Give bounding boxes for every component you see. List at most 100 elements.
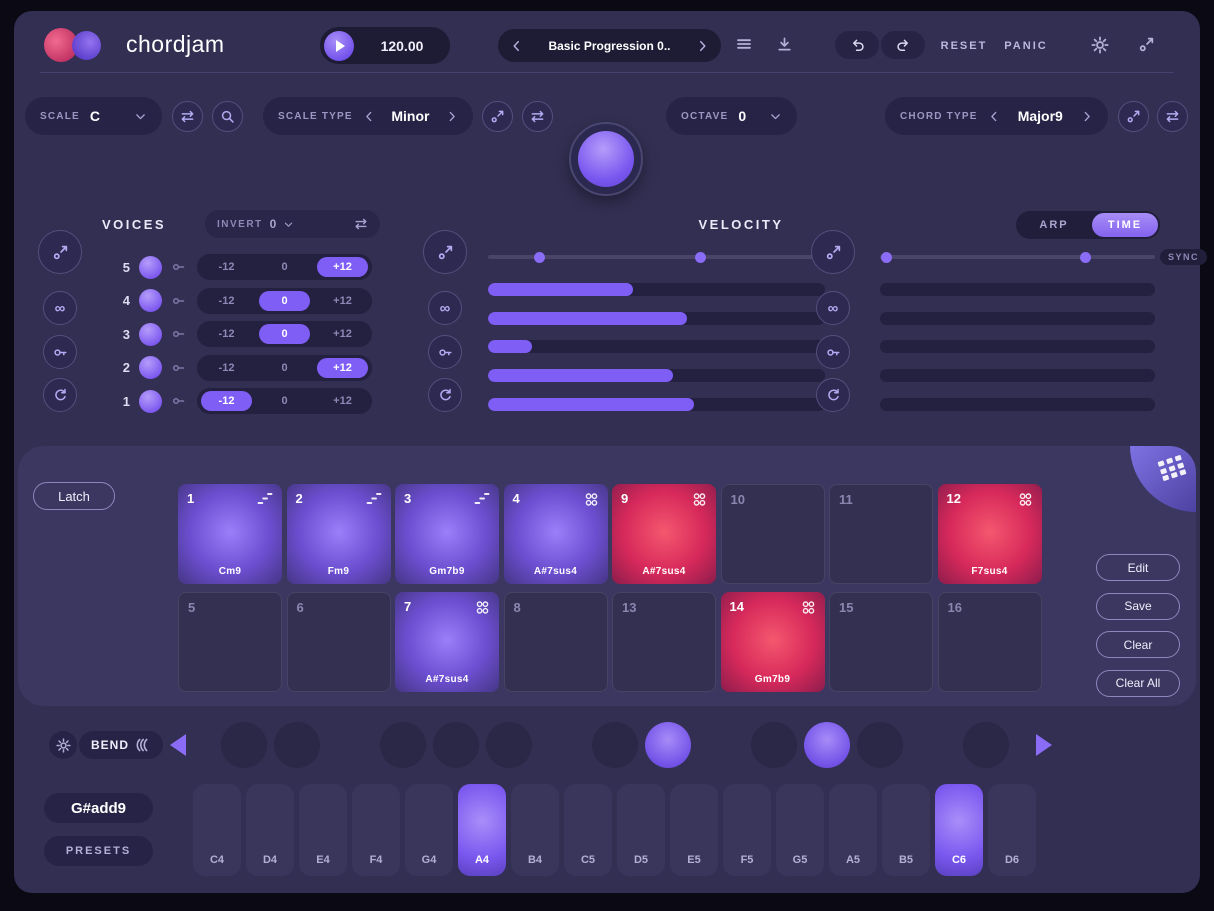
voice-toggle[interactable] (139, 390, 162, 413)
chord-pad-13[interactable]: 13 (612, 592, 716, 692)
white-key-F5[interactable]: F5 (723, 784, 771, 876)
chord-pad-7[interactable]: 7A#7sus4 (395, 592, 499, 692)
black-key[interactable] (592, 722, 638, 768)
transpose-mark[interactable]: -12 (201, 358, 252, 378)
arp-tab[interactable]: ARP (1016, 219, 1092, 231)
slider-handle[interactable] (534, 252, 545, 263)
octave-shift-right-arrow[interactable] (1036, 734, 1052, 756)
voice-transpose-slider[interactable]: -120+12 (197, 355, 372, 381)
black-key[interactable] (857, 722, 903, 768)
voices-key-icon[interactable] (43, 335, 77, 369)
voice-transpose-slider[interactable]: -120+12 (197, 254, 372, 280)
main-knob[interactable] (569, 122, 643, 196)
invert-shuffle-icon[interactable] (354, 217, 368, 231)
scale-type-selector[interactable]: SCALE TYPE Minor (263, 97, 473, 135)
transpose-mark[interactable]: +12 (317, 257, 368, 277)
transpose-mark[interactable]: 0 (259, 257, 310, 277)
chord-pad-4[interactable]: 4A#7sus4 (504, 484, 608, 584)
octave-shift-left-arrow[interactable] (170, 734, 186, 756)
time-random-icon[interactable] (811, 230, 855, 274)
chord-pad-1[interactable]: 1Cm9 (178, 484, 282, 584)
time-key-icon[interactable] (816, 335, 850, 369)
velocity-range-slider[interactable] (488, 255, 825, 259)
white-key-F4[interactable]: F4 (352, 784, 400, 876)
black-key[interactable] (380, 722, 426, 768)
slider-handle[interactable] (881, 252, 892, 263)
velocity-bar[interactable] (488, 340, 825, 353)
velocity-bar[interactable] (488, 398, 825, 411)
download-icon[interactable] (776, 36, 793, 53)
redo-button[interactable] (881, 31, 925, 59)
shuffle-icon[interactable] (522, 101, 553, 132)
voice-toggle[interactable] (139, 256, 162, 279)
chord-pad-15[interactable]: 15 (829, 592, 933, 692)
octave-dropdown[interactable]: OCTAVE 0 (666, 97, 797, 135)
white-key-C4[interactable]: C4 (193, 784, 241, 876)
panic-button[interactable]: PANIC (998, 40, 1054, 52)
white-key-C6[interactable]: C6 (935, 784, 983, 876)
white-key-D4[interactable]: D4 (246, 784, 294, 876)
keyboard-settings-gear-icon[interactable] (49, 731, 77, 759)
time-infinity-icon[interactable]: ∞ (816, 291, 850, 325)
chord-pad-8[interactable]: 8 (504, 592, 608, 692)
save-button[interactable]: Save (1096, 593, 1180, 620)
transpose-mark[interactable]: +12 (317, 391, 368, 411)
latch-button[interactable]: Latch (33, 482, 115, 510)
search-icon[interactable] (212, 101, 243, 132)
transpose-mark[interactable]: -12 (201, 391, 252, 411)
voices-infinity-icon[interactable]: ∞ (43, 291, 77, 325)
chord-type-next-button[interactable] (1080, 110, 1093, 123)
link-icon[interactable] (172, 361, 186, 375)
keyboard-view-corner-button[interactable] (1130, 446, 1196, 512)
randomize-all-icon[interactable] (1138, 36, 1155, 53)
edit-button[interactable]: Edit (1096, 554, 1180, 581)
sync-toggle[interactable]: SYNC (1160, 249, 1207, 265)
transpose-mark[interactable]: 0 (259, 291, 310, 311)
black-key[interactable] (486, 722, 532, 768)
clear-all-button[interactable]: Clear All (1096, 670, 1180, 697)
chord-pad-5[interactable]: 5 (178, 592, 282, 692)
transpose-mark[interactable]: -12 (201, 291, 252, 311)
time-range-slider[interactable] (880, 255, 1155, 259)
slider-handle[interactable] (695, 252, 706, 263)
time-bar[interactable] (880, 312, 1155, 325)
invert-dropdown[interactable]: INVERT 0 (205, 210, 380, 238)
black-key[interactable] (751, 722, 797, 768)
chord-type-prev-button[interactable] (988, 110, 1001, 123)
white-key-B5[interactable]: B5 (882, 784, 930, 876)
transpose-mark[interactable]: 0 (259, 324, 310, 344)
transpose-mark[interactable]: +12 (317, 358, 368, 378)
transpose-mark[interactable]: -12 (201, 324, 252, 344)
white-key-A5[interactable]: A5 (829, 784, 877, 876)
voice-toggle[interactable] (139, 289, 162, 312)
random-icon[interactable] (482, 101, 513, 132)
velocity-bar[interactable] (488, 283, 825, 296)
white-key-C5[interactable]: C5 (564, 784, 612, 876)
link-icon[interactable] (172, 327, 186, 341)
black-key[interactable] (433, 722, 479, 768)
preset-name[interactable]: Basic Progression 0.. (524, 39, 695, 53)
chord-pad-6[interactable]: 6 (287, 592, 391, 692)
white-key-G4[interactable]: G4 (405, 784, 453, 876)
settings-gear-icon[interactable] (1091, 36, 1109, 54)
chord-pad-3[interactable]: 3Gm7b9 (395, 484, 499, 584)
voices-loop-icon[interactable] (43, 378, 77, 412)
link-icon[interactable] (172, 394, 186, 408)
chord-pad-16[interactable]: 16 (938, 592, 1042, 692)
time-bar[interactable] (880, 283, 1155, 296)
flow-icon[interactable] (172, 101, 203, 132)
chord-pad-9[interactable]: 9A#7sus4 (612, 484, 716, 584)
white-key-A4[interactable]: A4 (458, 784, 506, 876)
scale-type-next-button[interactable] (445, 110, 458, 123)
chord-pad-2[interactable]: 2Fm9 (287, 484, 391, 584)
random-icon[interactable] (1118, 101, 1149, 132)
velocity-bar[interactable] (488, 312, 825, 325)
voice-transpose-slider[interactable]: -120+12 (197, 321, 372, 347)
white-key-E5[interactable]: E5 (670, 784, 718, 876)
transpose-mark[interactable]: +12 (317, 291, 368, 311)
time-loop-icon[interactable] (816, 378, 850, 412)
bend-toggle[interactable]: BEND (79, 731, 163, 759)
white-key-B4[interactable]: B4 (511, 784, 559, 876)
voice-transpose-slider[interactable]: -12 0 +12 (197, 288, 372, 314)
black-key[interactable] (804, 722, 850, 768)
